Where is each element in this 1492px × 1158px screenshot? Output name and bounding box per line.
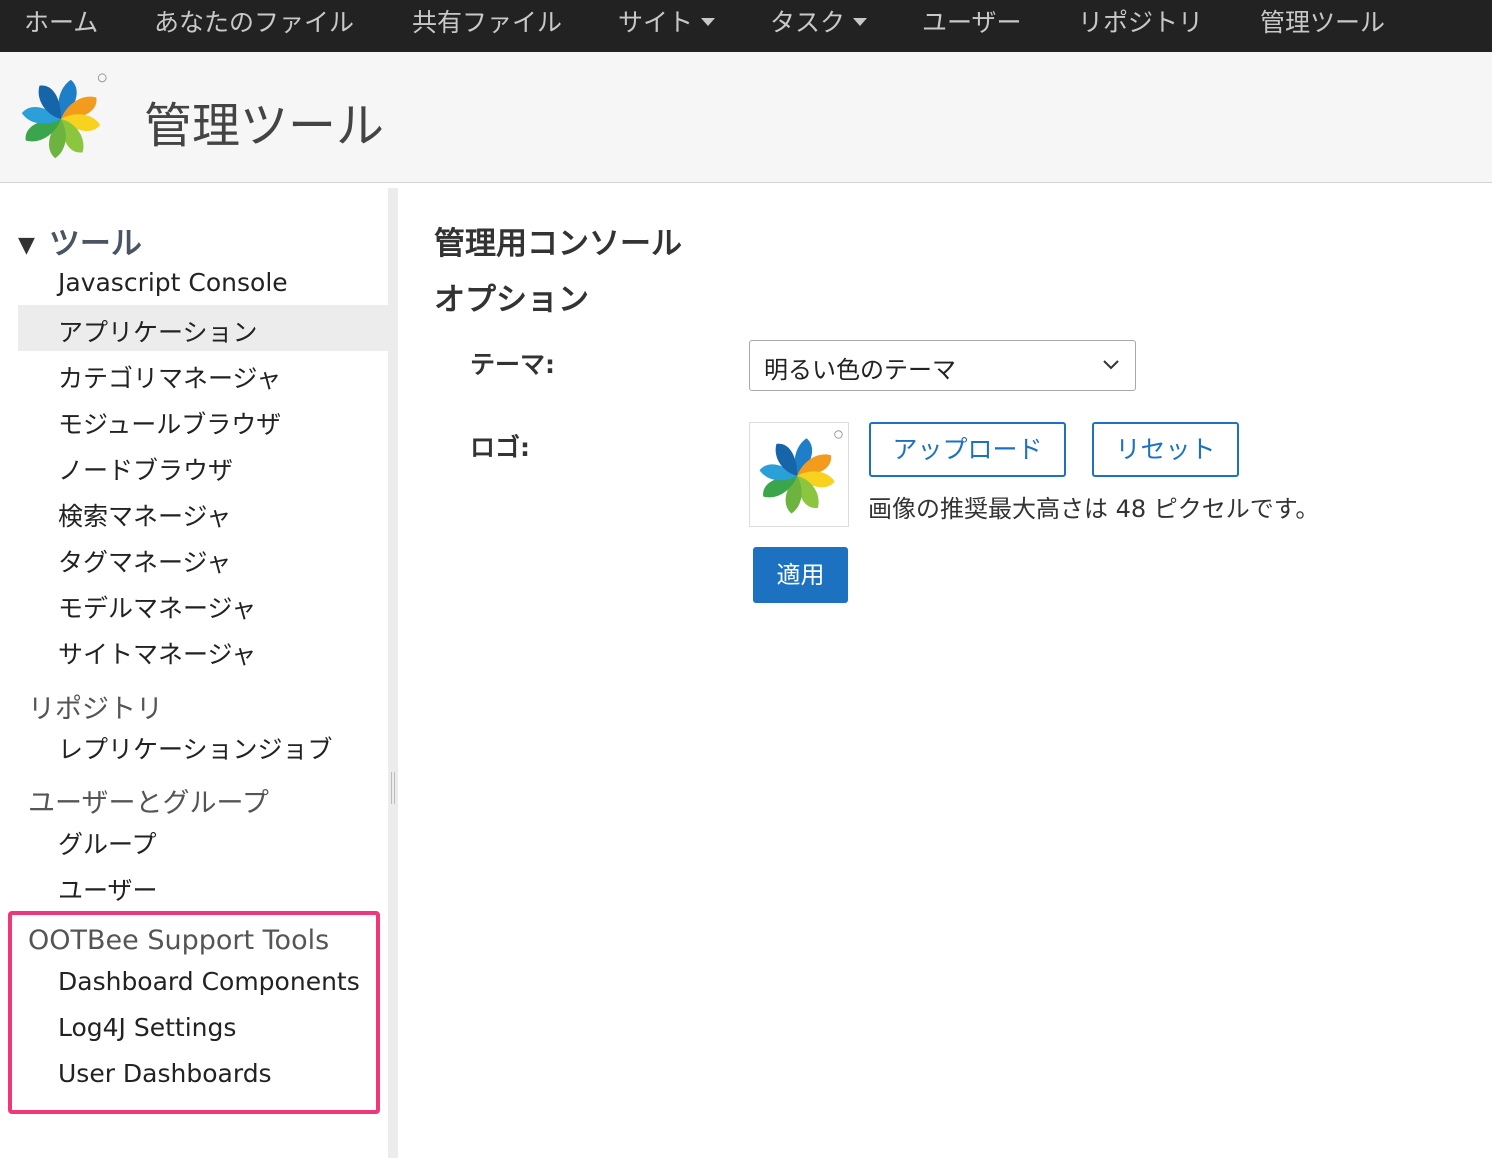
splitter-grip-icon[interactable] — [391, 772, 395, 804]
nav-people-label: ユーザー — [922, 8, 1022, 37]
sidebar-item-module-browser[interactable]: モジュールブラウザ — [58, 405, 281, 441]
nav-tasks-label: タスク — [770, 8, 846, 37]
nav-my-files-label: あなたのファイル — [154, 8, 355, 37]
logo-size-hint: 画像の推奨最大高さは 48 ピクセルです。 — [868, 495, 1320, 523]
sidebar-repository-heading[interactable]: リポジトリ — [28, 687, 163, 726]
alfresco-logo — [14, 70, 112, 168]
logo-label: ロゴ: — [470, 433, 530, 462]
console-title: 管理用コンソール — [434, 226, 682, 262]
theme-select[interactable]: 明るい色のテーマ — [749, 340, 1136, 391]
reset-button[interactable]: リセット — [1092, 422, 1239, 477]
theme-select-value: 明るい色のテーマ — [764, 356, 956, 384]
apply-button[interactable]: 適用 — [753, 547, 848, 603]
sidebar-item-javascript-console[interactable]: Javascript Console — [58, 268, 288, 297]
sidebar-ootbee-heading[interactable]: OOTBee Support Tools — [28, 925, 329, 956]
nav-people[interactable]: ユーザー — [922, 0, 1022, 52]
caret-down-icon — [701, 18, 716, 26]
nav-admin-tools-label: 管理ツール — [1260, 8, 1386, 37]
sidebar-tools-heading-label: ツール — [48, 226, 142, 262]
chevron-down-icon — [1103, 360, 1119, 370]
sidebar-users-groups-heading[interactable]: ユーザーとグループ — [28, 781, 269, 820]
logo-preview-image — [749, 422, 849, 527]
sidebar-item-site-manager[interactable]: サイトマネージャ — [58, 635, 256, 671]
page-header: 管理ツール — [0, 52, 1492, 183]
caret-down-icon — [853, 18, 868, 26]
nav-shared-files[interactable]: 共有ファイル — [412, 0, 562, 52]
sidebar-item-user-dashboards[interactable]: User Dashboards — [58, 1059, 272, 1088]
upload-button[interactable]: アップロード — [869, 422, 1066, 477]
sidebar-splitter[interactable] — [388, 188, 398, 1158]
nav-sites[interactable]: サイト — [618, 0, 716, 52]
sidebar-item-search-manager[interactable]: 検索マネージャ — [58, 497, 231, 533]
sidebar-item-users[interactable]: ユーザー — [58, 871, 158, 907]
nav-home[interactable]: ホーム — [24, 0, 98, 52]
top-navigation-bar: ホーム あなたのファイル 共有ファイル サイト タスク ユーザー リポジトリ 管… — [0, 0, 1492, 52]
sidebar-item-application[interactable]: アプリケーション — [58, 313, 258, 349]
nav-shared-files-label: 共有ファイル — [412, 8, 563, 37]
sidebar-item-log4j-settings[interactable]: Log4J Settings — [58, 1013, 236, 1042]
nav-admin-tools[interactable]: 管理ツール — [1260, 0, 1385, 52]
nav-my-files[interactable]: あなたのファイル — [154, 0, 354, 52]
nav-repository-label: リポジトリ — [1078, 8, 1204, 37]
sidebar-tools-heading[interactable]: ▼ ツール — [18, 218, 142, 263]
nav-sites-label: サイト — [618, 8, 694, 37]
triangle-down-icon: ▼ — [18, 233, 35, 258]
options-section-title: オプション — [434, 282, 589, 318]
sidebar-item-groups[interactable]: グループ — [58, 825, 157, 861]
page-title: 管理ツール — [144, 98, 385, 154]
sidebar-item-tag-manager[interactable]: タグマネージャ — [58, 543, 231, 579]
nav-tasks[interactable]: タスク — [770, 0, 868, 52]
sidebar-item-category-manager[interactable]: カテゴリマネージャ — [58, 359, 281, 395]
nav-repository[interactable]: リポジトリ — [1078, 0, 1203, 52]
nav-home-label: ホーム — [24, 8, 99, 37]
sidebar-item-dashboard-components[interactable]: Dashboard Components — [58, 967, 360, 996]
theme-label: テーマ: — [470, 350, 555, 379]
sidebar-item-model-manager[interactable]: モデルマネージャ — [58, 589, 256, 625]
sidebar-item-replication-jobs[interactable]: レプリケーションジョブ — [58, 730, 333, 766]
sidebar-item-node-browser[interactable]: ノードブラウザ — [58, 451, 233, 487]
